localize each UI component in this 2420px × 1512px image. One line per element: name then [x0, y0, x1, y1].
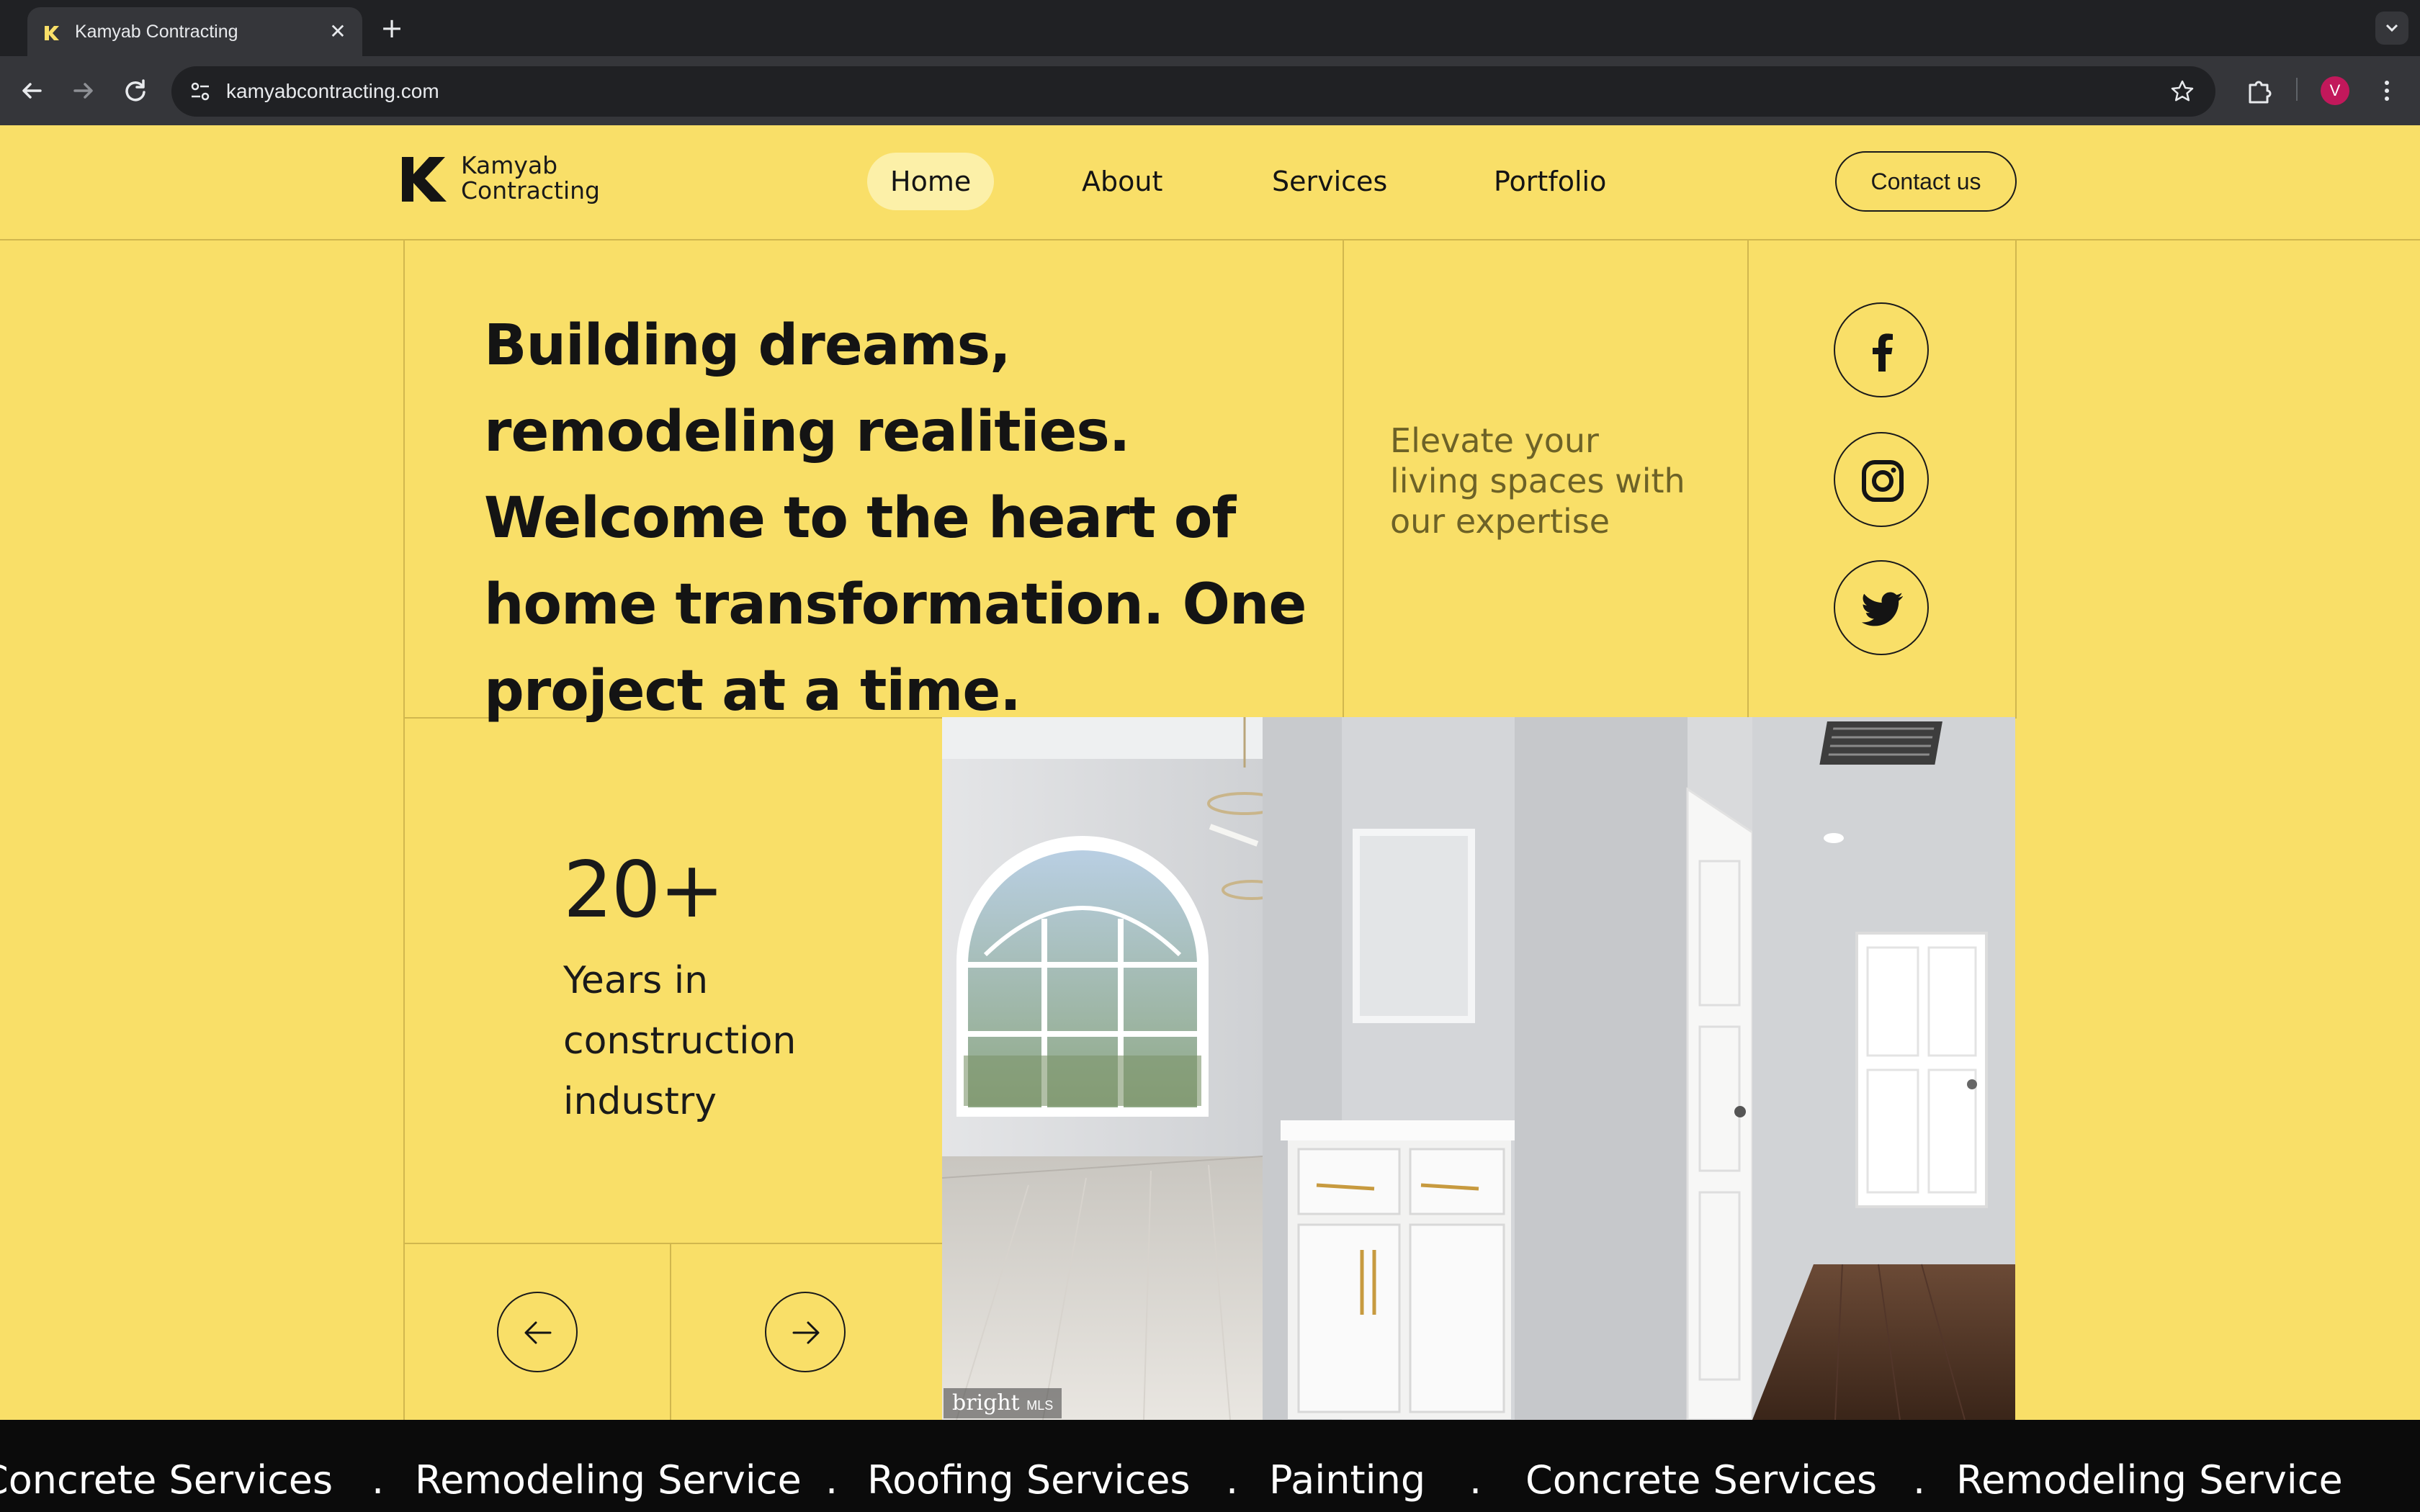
ticker-separator: .	[1226, 1457, 1239, 1503]
logo-mark-icon[interactable]	[400, 156, 448, 203]
grid-divider	[1747, 240, 1749, 717]
toolbar-separator	[2296, 78, 2298, 101]
bookmark-star-icon[interactable]	[2169, 78, 2195, 104]
stat-number: 20+	[563, 845, 725, 935]
nav-services[interactable]: Services	[1249, 153, 1410, 210]
browser-tab[interactable]: Kamyab Contracting ✕	[27, 7, 362, 56]
instagram-link[interactable]	[1834, 432, 1929, 527]
new-tab-icon[interactable]: +	[377, 14, 406, 43]
grid-divider	[403, 1243, 944, 1244]
logo-line-1: Kamyab	[461, 151, 558, 179]
browser-toolbar: kamyabcontracting.com	[0, 56, 2420, 125]
ticker-separator: .	[372, 1457, 385, 1503]
site-info-icon[interactable]	[187, 78, 213, 104]
facebook-link[interactable]	[1834, 302, 1929, 397]
grid-divider	[2015, 240, 2017, 717]
logo-text[interactable]: Kamyab Contracting	[461, 153, 600, 203]
instagram-icon	[1862, 460, 1904, 502]
reload-icon[interactable]	[118, 73, 153, 108]
close-tab-icon[interactable]: ✕	[326, 20, 349, 43]
forward-icon[interactable]	[66, 73, 101, 108]
interior-photo-illustration	[942, 717, 2015, 1420]
address-bar[interactable]: kamyabcontracting.com	[171, 66, 2215, 117]
ticker-item[interactable]: Concrete Services	[1525, 1457, 1877, 1503]
ticker-item[interactable]: Roofing Services	[867, 1457, 1191, 1503]
ticker-separator: .	[1913, 1457, 1926, 1503]
tab-search-button[interactable]	[2375, 12, 2408, 45]
nav-about[interactable]: About	[1059, 153, 1186, 210]
site-header: Kamyab Contracting Home About Services P…	[0, 125, 2420, 240]
contact-us-button[interactable]: Contact us	[1835, 151, 2017, 212]
grid-divider	[670, 1243, 671, 1420]
url-text: kamyabcontracting.com	[226, 80, 439, 102]
ticker-separator: .	[825, 1457, 838, 1503]
ticker-item[interactable]: Painting	[1269, 1457, 1425, 1503]
browser-tab-strip: Kamyab Contracting ✕ +	[0, 0, 2420, 56]
nav-home[interactable]: Home	[867, 153, 995, 210]
arrow-left-icon	[524, 1321, 552, 1344]
photo-watermark-mls: MLS	[1026, 1398, 1054, 1413]
profile-avatar[interactable]: V	[2321, 76, 2349, 105]
twitter-icon	[1861, 592, 1903, 626]
ticker-item[interactable]: Concrete Services	[0, 1457, 333, 1503]
extensions-icon[interactable]	[2241, 73, 2276, 108]
prev-slide-button[interactable]	[497, 1292, 578, 1372]
stat-label: Years in construction industry	[563, 959, 797, 1123]
chevron-down-icon	[2385, 24, 2398, 32]
ticker-item[interactable]: Remodeling Service	[415, 1457, 802, 1503]
next-slide-button[interactable]	[765, 1292, 846, 1372]
site-favicon-icon	[42, 23, 62, 43]
nav-portfolio[interactable]: Portfolio	[1471, 153, 1629, 210]
photo-watermark-brand: bright	[952, 1390, 1020, 1416]
services-ticker: Concrete Services . Remodeling Service .…	[0, 1420, 2420, 1512]
hero-headline: Building dreams, remodeling realities. W…	[484, 313, 1307, 724]
website-viewport: Kamyab Contracting Home About Services P…	[0, 125, 2420, 1512]
facebook-icon	[1873, 333, 1893, 372]
grid-divider	[1343, 240, 1344, 717]
more-menu-icon[interactable]	[2370, 73, 2404, 108]
ticker-item[interactable]: Remodeling Service	[1956, 1457, 2343, 1503]
logo-line-2: Contracting	[461, 176, 600, 204]
photo-watermark: bright MLS	[944, 1388, 1062, 1418]
arrow-right-icon	[792, 1321, 820, 1344]
back-icon[interactable]	[14, 73, 49, 108]
hero-tagline: Elevate your living spaces with our expe…	[1390, 421, 1685, 541]
twitter-link[interactable]	[1834, 560, 1929, 655]
tab-title: Kamyab Contracting	[75, 22, 238, 42]
interior-photo: bright MLS	[942, 717, 2015, 1420]
ticker-separator: .	[1469, 1457, 1482, 1503]
